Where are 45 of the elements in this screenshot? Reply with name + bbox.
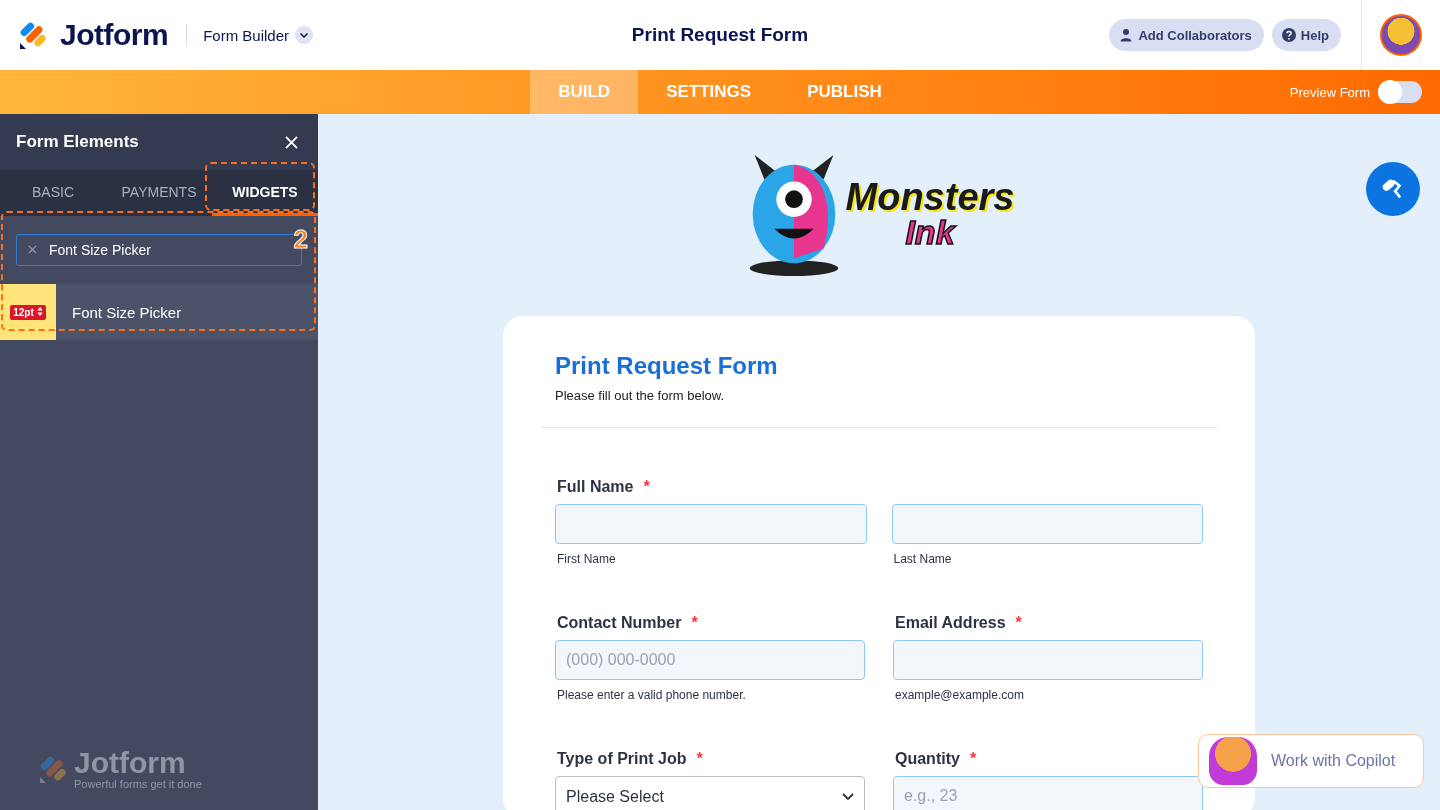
widget-item[interactable]: 12pt Font Size Picker bbox=[0, 284, 318, 340]
text-field[interactable] bbox=[893, 640, 1203, 680]
chevron-down-icon bbox=[842, 793, 854, 801]
text-field[interactable] bbox=[555, 504, 867, 544]
required-asterisk: * bbox=[643, 478, 650, 496]
form-description: Please fill out the form below. bbox=[555, 388, 726, 403]
brand-name[interactable]: Jotform bbox=[60, 18, 169, 52]
element-tab[interactable]: BASIC bbox=[0, 170, 106, 216]
dropdown-field[interactable]: Please Select bbox=[555, 776, 865, 810]
field-label: Contact Number bbox=[557, 614, 682, 632]
help-icon bbox=[1281, 28, 1296, 42]
copilot-button[interactable]: Work with Copilot bbox=[1198, 734, 1424, 788]
field-label: Email Address bbox=[895, 614, 1006, 632]
header-button[interactable]: Help bbox=[1271, 19, 1341, 51]
field-label: Type of Print Job bbox=[557, 750, 687, 768]
required-asterisk: * bbox=[1015, 614, 1022, 632]
preview-toggle[interactable] bbox=[1378, 81, 1422, 103]
form-title: Print Request Form bbox=[631, 24, 809, 46]
preview-form-label: Preview Form bbox=[1289, 84, 1370, 100]
field-hint: Last Name bbox=[892, 552, 953, 566]
font-size-badge: 12pt bbox=[10, 304, 46, 320]
required-asterisk: * bbox=[691, 614, 698, 632]
footer-brand: Jotform bbox=[74, 748, 187, 778]
element-tab[interactable]: PAYMENTS bbox=[106, 170, 212, 216]
required-asterisk: * bbox=[969, 750, 977, 768]
panel-title: Form Elements bbox=[16, 132, 139, 152]
text-field[interactable]: e.g., 23 bbox=[893, 776, 1203, 810]
text-field[interactable] bbox=[891, 504, 1203, 544]
field-hint: First Name bbox=[556, 552, 617, 566]
field-hint: Please enter a valid phone number. bbox=[556, 688, 747, 702]
header-button[interactable]: Add Collaborators bbox=[1109, 19, 1264, 51]
close-icon[interactable] bbox=[285, 135, 298, 149]
chevron-down-icon bbox=[295, 26, 314, 44]
clear-icon[interactable] bbox=[28, 245, 37, 254]
field-hint: example@example.com bbox=[894, 688, 1025, 702]
person-icon bbox=[1119, 28, 1134, 42]
required-asterisk: * bbox=[696, 750, 703, 768]
field-label: Quantity bbox=[895, 750, 960, 768]
field-label: Full Name bbox=[557, 478, 634, 496]
text-field[interactable]: (000) 000-0000 bbox=[555, 640, 865, 680]
user-avatar[interactable] bbox=[1380, 14, 1422, 56]
form-heading: Print Request Form bbox=[555, 352, 779, 380]
form-builder-menu[interactable]: Form Builder bbox=[203, 26, 314, 44]
paint-roller-button[interactable] bbox=[1366, 162, 1420, 216]
footer-tagline: Powerful forms get it done bbox=[74, 778, 202, 790]
